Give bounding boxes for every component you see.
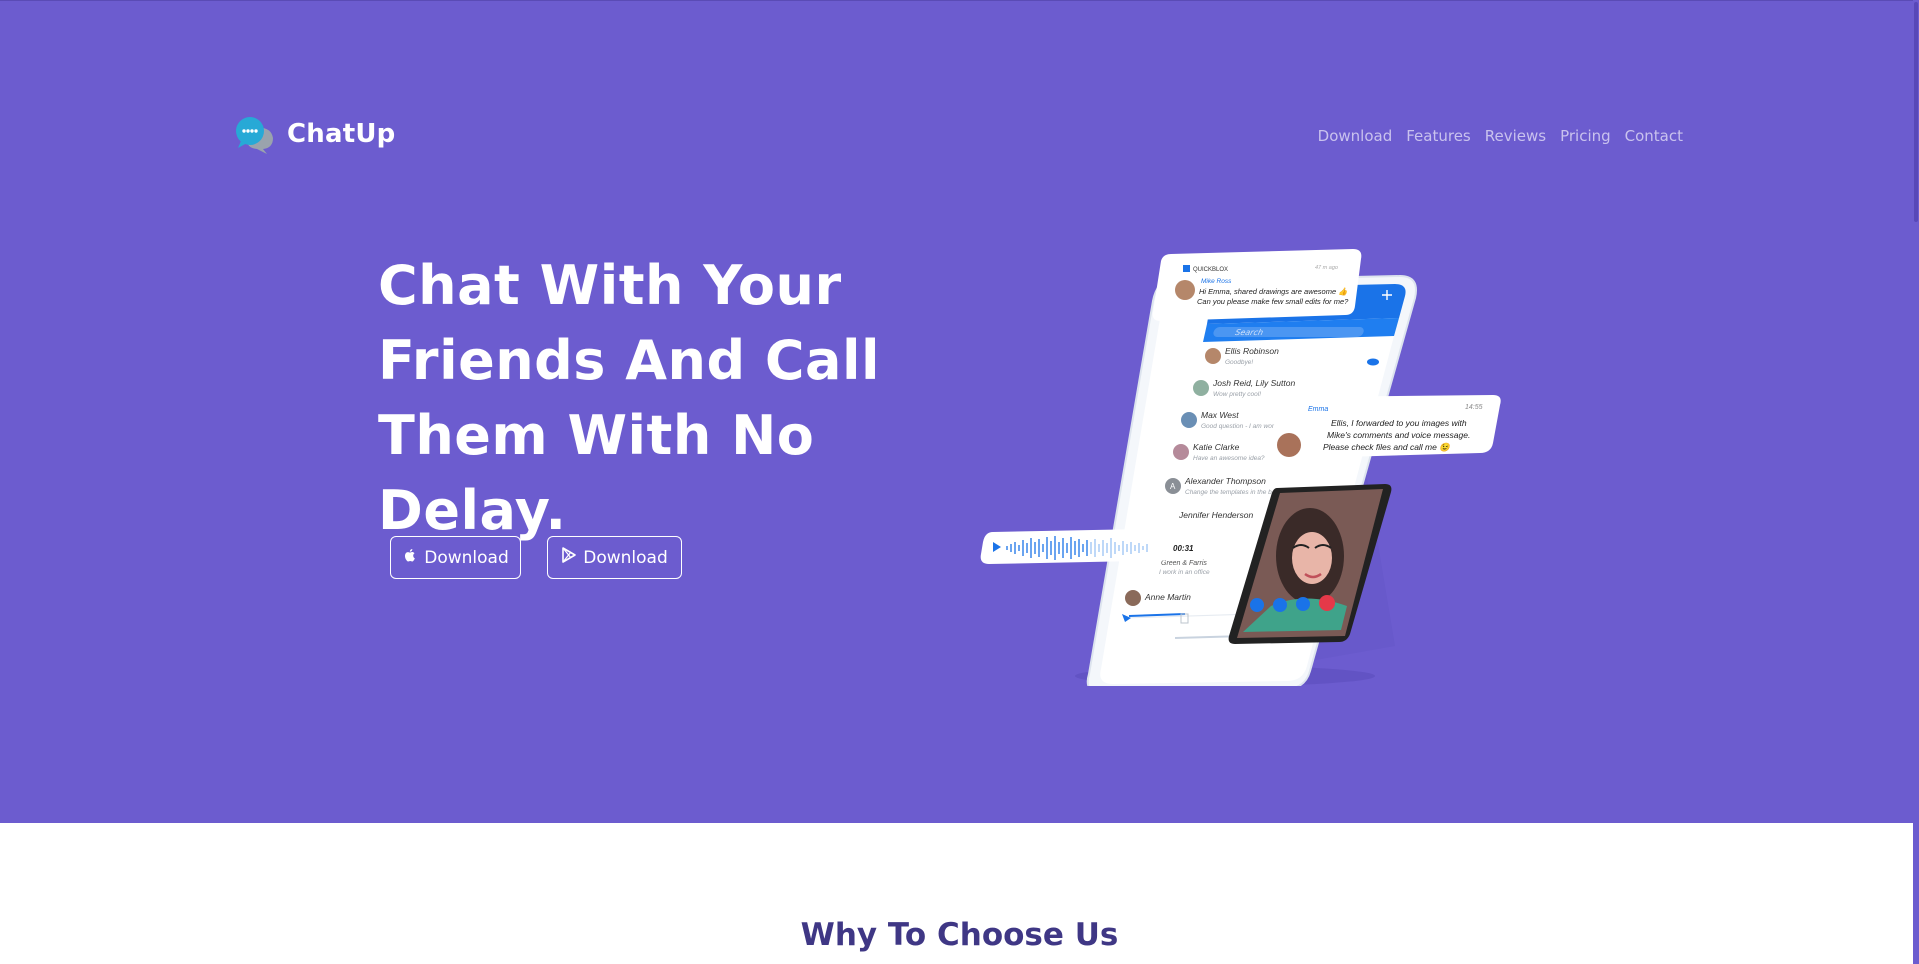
hero-section: ChatUp Download Features Reviews Pricing… <box>0 0 1919 823</box>
apple-icon <box>402 547 418 568</box>
voice-duration: 00:31 <box>1173 544 1194 553</box>
nav-link-reviews[interactable]: Reviews <box>1485 127 1546 145</box>
notification-sender: Mike Ross <box>1201 278 1232 285</box>
nav-link-pricing[interactable]: Pricing <box>1560 127 1611 145</box>
scrollbar-thumb[interactable] <box>1914 2 1918 222</box>
headline-line-3: Them With No Delay. <box>378 404 815 542</box>
notification-time: 47 m ago <box>1315 265 1338 271</box>
chat-preview-2: Wow pretty cool! <box>1213 391 1261 398</box>
chat-name-7: Green & Farris <box>1161 560 1207 567</box>
download-android-label: Download <box>583 547 668 568</box>
download-android-button[interactable]: Download <box>547 536 682 579</box>
play-store-icon <box>561 547 577 568</box>
nav-link-features[interactable]: Features <box>1406 127 1471 145</box>
notification-line-2: Can you please make few small edits for … <box>1197 297 1349 306</box>
chat-name-3: Max West <box>1201 410 1239 420</box>
message-card: Emma 14:55 Ellis, I forwarded to you ima… <box>1266 395 1501 459</box>
chat-name-4: Katie Clarke <box>1193 442 1240 452</box>
notification-line-1: Hi Emma, shared drawings are awesome 👍 <box>1199 287 1349 296</box>
svg-text:A: A <box>1170 482 1176 491</box>
brand[interactable]: ChatUp <box>235 114 396 154</box>
chat-name-5: Alexander Thompson <box>1184 476 1266 486</box>
message-time: 14:55 <box>1465 404 1483 411</box>
chat-bubbles-icon <box>235 114 275 154</box>
hero-headline: Chat With Your Friends And Call Them Wit… <box>378 248 978 548</box>
notification-app-name: QUICKBLOX <box>1193 267 1228 273</box>
headline-line-1: Chat With Your <box>378 254 842 317</box>
nav-link-download[interactable]: Download <box>1318 127 1393 145</box>
phone-mockup-illustration: Search Ellis Robinson Goodbye! Josh Reid… <box>980 249 1501 686</box>
chat-name-6: Jennifer Henderson <box>1178 510 1253 520</box>
chat-preview-4: Have an awesome idea? <box>1193 455 1265 462</box>
chat-preview-7: I work in an office <box>1159 569 1210 576</box>
section-title: Why To Choose Us <box>800 917 1119 953</box>
voice-message-card: 00:31 <box>980 528 1206 564</box>
chat-name-2: Josh Reid, Lily Sutton <box>1212 378 1295 388</box>
message-line-2: Mike's comments and voice message. <box>1327 430 1470 440</box>
brand-name: ChatUp <box>287 119 396 149</box>
message-line-3: Please check files and call me 😉 <box>1323 442 1451 452</box>
scrollbar[interactable] <box>1913 0 1919 964</box>
chat-preview-5: Change the templates in the ba <box>1185 489 1276 496</box>
chat-preview-1: Goodbye! <box>1225 359 1253 366</box>
notification-card: QUICKBLOX 47 m ago Mike Ross Hi Emma, sh… <box>1152 249 1362 321</box>
headline-line-2: Friends And Call <box>378 329 881 392</box>
nav-link-contact[interactable]: Contact <box>1625 127 1683 145</box>
search-field-text: Search <box>1234 327 1264 337</box>
top-nav: Download Features Reviews Pricing Contac… <box>1318 127 1683 145</box>
message-sender: Emma <box>1308 406 1328 413</box>
download-ios-label: Download <box>424 547 509 568</box>
message-line-1: Ellis, I forwarded to you images with <box>1331 418 1467 428</box>
chat-name-8: Anne Martin <box>1144 592 1191 602</box>
chat-name-1: Ellis Robinson <box>1225 346 1279 356</box>
download-ios-button[interactable]: Download <box>390 536 521 579</box>
